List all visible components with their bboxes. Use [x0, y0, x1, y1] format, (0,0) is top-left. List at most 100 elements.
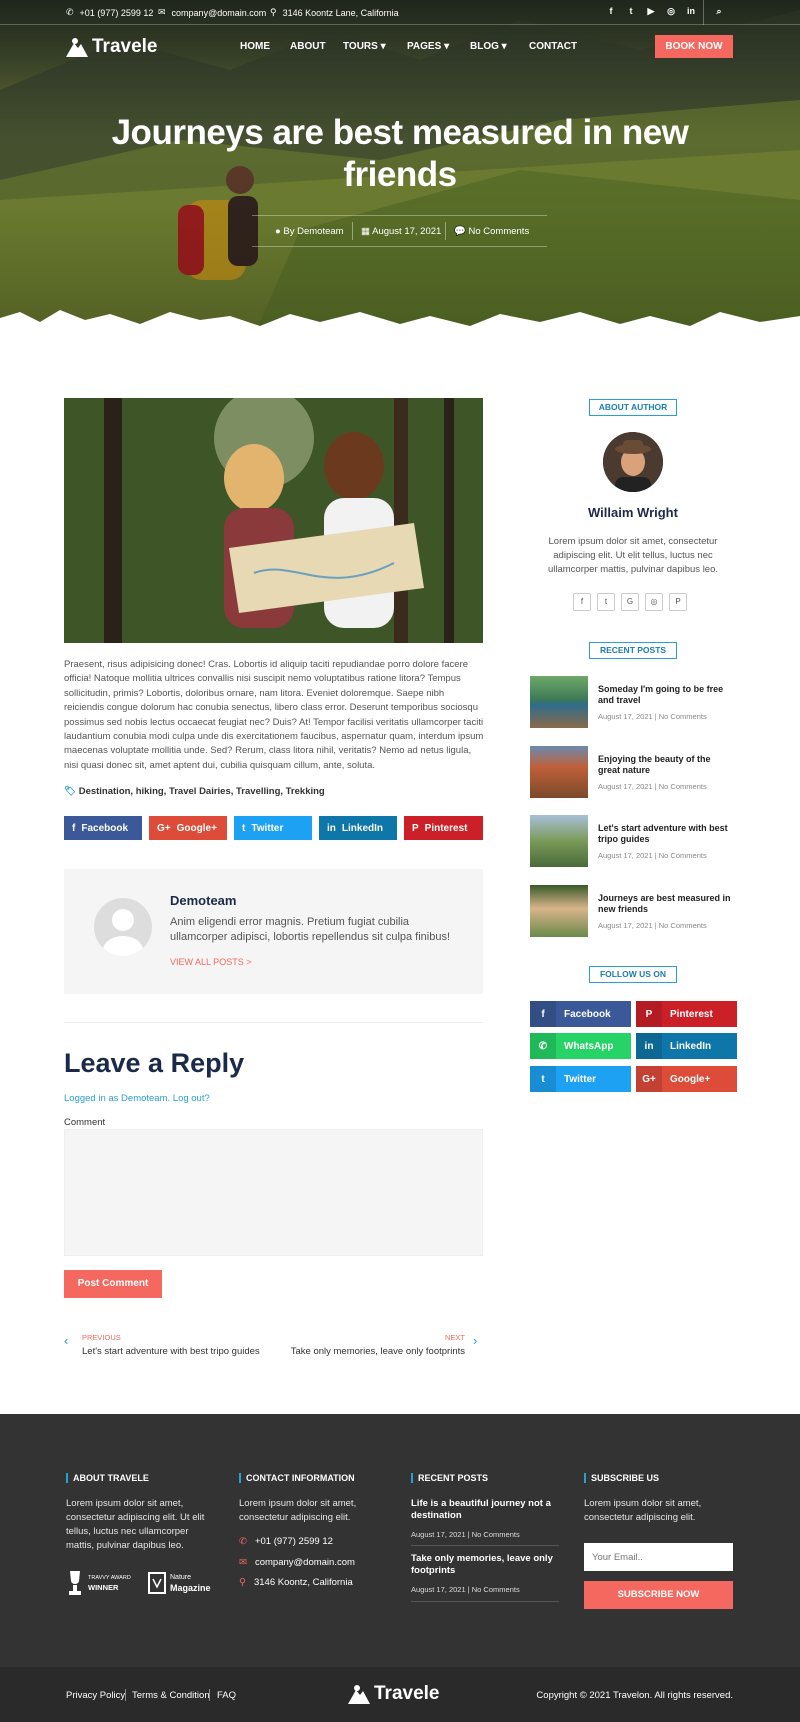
- subscribe-email-input[interactable]: [584, 1543, 733, 1571]
- whatsapp-icon: ✆: [530, 1033, 556, 1059]
- view-all-posts-link[interactable]: VIEW ALL POSTS >: [170, 957, 251, 967]
- page-title: Journeys are best measured in new friend…: [111, 113, 689, 194]
- faq-link[interactable]: FAQ: [217, 1690, 236, 1701]
- meta-author[interactable]: ● By Demoteam: [275, 226, 344, 237]
- map-pin-icon: ⚲: [239, 1577, 246, 1588]
- recent-post-thumb[interactable]: [530, 676, 588, 728]
- logo-mountain-icon: [348, 1685, 370, 1704]
- footer-email[interactable]: ✉ company@domain.com: [239, 1557, 355, 1568]
- footer-subscribe-heading: SUBSCRIBE US: [584, 1473, 659, 1483]
- article-body: Praesent, risus adipisicing donec! Cras.…: [64, 659, 484, 771]
- recent-post-thumb[interactable]: [530, 815, 588, 867]
- google-icon[interactable]: G: [621, 593, 639, 611]
- footer-about-heading: ABOUT TRAVELE: [66, 1473, 149, 1483]
- footer-phone[interactable]: ✆ +01 (977) 2599 12: [239, 1536, 333, 1547]
- share-linkedin-button[interactable]: in LinkedIn: [319, 816, 397, 840]
- chevron-down-icon: ▾: [380, 41, 386, 52]
- subscribe-now-button[interactable]: SUBSCRIBE NOW: [584, 1581, 733, 1609]
- follow-linkedin-button[interactable]: in LinkedIn: [636, 1033, 737, 1059]
- nav-about[interactable]: ABOUT: [290, 41, 326, 52]
- instagram-icon[interactable]: ◎: [645, 593, 663, 611]
- recent-post-thumb[interactable]: [530, 885, 588, 937]
- recent-post-title[interactable]: Enjoying the beauty of the great nature: [598, 754, 733, 776]
- chevron-left-icon[interactable]: ‹: [64, 1333, 68, 1348]
- map-pin-icon: ⚲: [270, 7, 277, 17]
- follow-us-label: FOLLOW US ON: [589, 966, 677, 983]
- share-pinterest-button[interactable]: P Pinterest: [404, 816, 483, 840]
- recent-post-title[interactable]: Journeys are best measured in new friend…: [598, 893, 733, 915]
- comment-textarea[interactable]: [64, 1129, 483, 1256]
- award-nature-top: Nature: [170, 1574, 192, 1581]
- chevron-right-icon[interactable]: ›: [473, 1333, 477, 1348]
- follow-twitter-button[interactable]: t Twitter: [530, 1066, 631, 1092]
- chevron-down-icon: ▾: [501, 41, 507, 52]
- follow-googleplus-button[interactable]: G+ Google+: [636, 1066, 737, 1092]
- user-icon: ●: [275, 226, 281, 237]
- twitter-icon[interactable]: t: [597, 593, 615, 611]
- follow-whatsapp-button[interactable]: ✆ WhatsApp: [530, 1033, 631, 1059]
- nav-tours[interactable]: TOURS ▾: [343, 41, 386, 52]
- next-post-link[interactable]: Take only memories, leave only footprint…: [265, 1346, 465, 1357]
- recent-post-thumb[interactable]: [530, 746, 588, 798]
- nav-pages[interactable]: PAGES ▾: [407, 41, 449, 52]
- phone-icon: ✆: [239, 1536, 247, 1547]
- featured-photo-illustration: [64, 398, 483, 643]
- privacy-policy-link[interactable]: Privacy Policy: [66, 1690, 125, 1701]
- recent-post-title[interactable]: Let's start adventure with best tripo gu…: [598, 823, 733, 845]
- topbar-email[interactable]: ✉ company@domain.com: [158, 7, 266, 18]
- author-photo-illustration: [603, 432, 663, 492]
- nav-blog[interactable]: BLOG ▾: [470, 41, 507, 52]
- facebook-icon[interactable]: f: [573, 593, 591, 611]
- footer-recent-title[interactable]: Life is a beautiful journey not a destin…: [411, 1498, 556, 1522]
- googleplus-icon: G+: [157, 822, 171, 834]
- meta-comments[interactable]: 💬 No Comments: [454, 226, 529, 237]
- next-post-label: NEXT: [444, 1333, 465, 1342]
- twitter-icon: t: [242, 822, 246, 834]
- topbar-phone[interactable]: ✆ +01 (977) 2599 12: [66, 7, 153, 18]
- recent-post-title[interactable]: Someday I'm going to be free and travel: [598, 684, 733, 706]
- footer-divider: [411, 1601, 559, 1602]
- youtube-icon[interactable]: ▶: [645, 6, 657, 18]
- footer-recent-meta: August 17, 2021 | No Comments: [411, 1585, 520, 1594]
- featured-image: [64, 398, 483, 643]
- twitter-icon[interactable]: t: [625, 6, 637, 18]
- follow-pinterest-button[interactable]: P Pinterest: [636, 1001, 737, 1027]
- author-box-name[interactable]: Demoteam: [170, 893, 236, 908]
- instagram-icon[interactable]: ◎: [665, 6, 677, 18]
- post-comment-button[interactable]: Post Comment: [64, 1270, 162, 1298]
- follow-facebook-button[interactable]: f Facebook: [530, 1001, 631, 1027]
- footer-recent-title[interactable]: Take only memories, leave only footprint…: [411, 1553, 559, 1577]
- tag-icon: 🏷: [64, 786, 77, 797]
- pinterest-icon[interactable]: P: [669, 593, 687, 611]
- footer-divider: [411, 1545, 559, 1546]
- copyright-text: Copyright © 2021 Travelon. All rights re…: [536, 1690, 733, 1701]
- nav-home[interactable]: HOME: [240, 41, 270, 52]
- nav-contact[interactable]: CONTACT: [529, 41, 577, 52]
- logged-in-link[interactable]: Logged in as Demoteam. Log out?: [64, 1093, 210, 1104]
- linkedin-icon[interactable]: in: [685, 6, 697, 18]
- share-facebook-button[interactable]: f Facebook: [64, 816, 142, 840]
- linkedin-icon: in: [636, 1033, 662, 1059]
- meta-divider: [352, 222, 353, 240]
- prev-post-link[interactable]: Let's start adventure with best tripo gu…: [82, 1346, 260, 1357]
- footer-contact-heading: CONTACT INFORMATION: [239, 1473, 355, 1483]
- facebook-icon[interactable]: f: [605, 6, 617, 18]
- search-icon[interactable]: ⌕: [713, 6, 725, 18]
- share-googleplus-button[interactable]: G+ Google+: [149, 816, 227, 840]
- comment-label: Comment: [64, 1117, 106, 1128]
- trophy-icon: [69, 1571, 81, 1595]
- avatar-placeholder-icon: [103, 909, 143, 956]
- author-avatar: [94, 898, 152, 956]
- share-twitter-button[interactable]: t Twitter: [234, 816, 312, 840]
- hero-banner: ✆ +01 (977) 2599 12 ✉ company@domain.com ⚲…: [0, 0, 800, 345]
- link-divider: [209, 1689, 210, 1701]
- meta-date[interactable]: ▦ August 17, 2021: [361, 226, 441, 237]
- post-tags: 🏷 Destination, hiking, Travel Dairies, T…: [64, 786, 325, 797]
- prev-post-label: PREVIOUS: [82, 1333, 121, 1342]
- sidebar-author-avatar: [603, 432, 663, 492]
- terms-link[interactable]: Terms & Condition: [132, 1690, 210, 1701]
- comment-icon: 💬: [454, 226, 466, 237]
- site-logo[interactable]: Travele: [66, 36, 158, 58]
- footer-logo[interactable]: Travele: [348, 1683, 440, 1705]
- book-now-button[interactable]: BOOK NOW: [655, 35, 733, 58]
